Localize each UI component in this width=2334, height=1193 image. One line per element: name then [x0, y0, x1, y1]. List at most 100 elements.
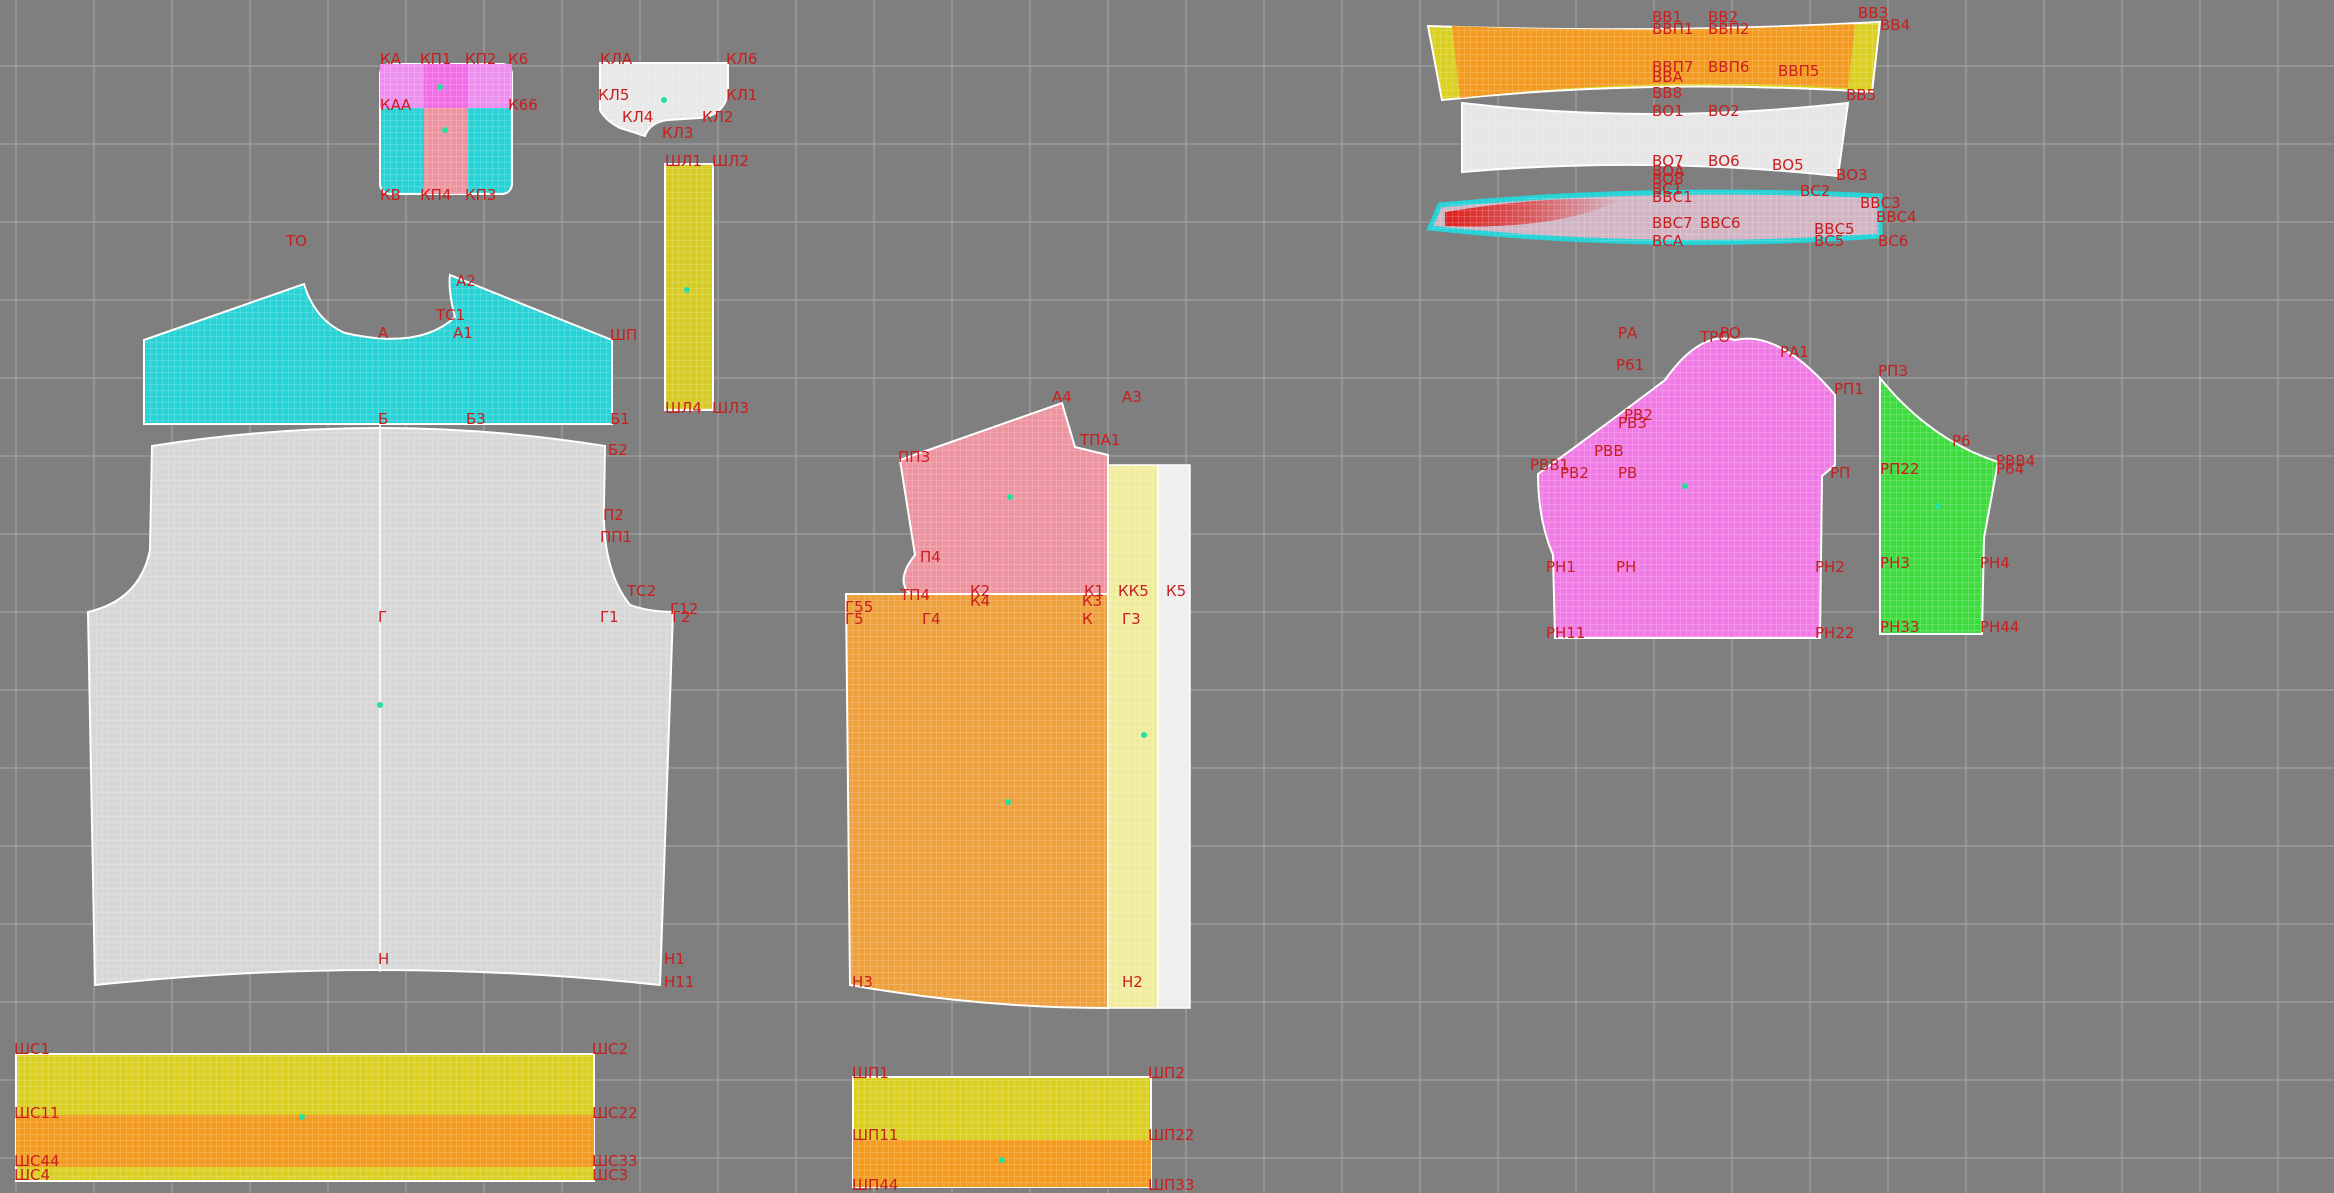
label-vo2: ВО2 [1708, 102, 1740, 120]
label-kk5: КК5 [1118, 582, 1149, 600]
label-vvc4: ВВС4 [1876, 208, 1917, 226]
label-rn: РН [1616, 558, 1636, 576]
label-vvp1: ВВП1 [1652, 20, 1693, 38]
label-k5: К5 [1166, 582, 1186, 600]
label-vvc7: ВВС7 [1652, 214, 1693, 232]
label-shc2: ШС2 [592, 1040, 628, 1058]
label-rn11: РН11 [1546, 624, 1585, 642]
label-voa: ВОА [1652, 162, 1685, 180]
label-kl5: КЛ5 [598, 86, 629, 104]
label-tp4: ТП4 [899, 586, 930, 604]
label-kv: КВ [380, 186, 401, 204]
label-tc1: ТС1 [435, 306, 465, 324]
label-rn22: РН22 [1815, 624, 1854, 642]
label-vo6: ВО6 [1708, 152, 1740, 170]
label-kl4: КЛ4 [622, 108, 653, 126]
label-vc6: ВС6 [1878, 232, 1908, 250]
label-vv4: ВВ4 [1880, 16, 1910, 34]
label-rv: РВ [1618, 464, 1637, 482]
label-a1: А1 [453, 324, 473, 342]
label-vca: ВСА [1652, 232, 1684, 250]
label-kp4: КП4 [420, 186, 451, 204]
label-b1: Б1 [610, 410, 630, 428]
label-rv3: РВ3 [1618, 414, 1647, 432]
yoke-piece[interactable] [143, 273, 613, 425]
label-rn1: РН1 [1546, 558, 1576, 576]
label-r61: Р61 [1616, 356, 1644, 374]
label-kla: КЛА [600, 50, 633, 68]
label-kl3: КЛ3 [662, 124, 693, 142]
label-pp1: ПП1 [600, 528, 632, 546]
label-vvp2: ВВП2 [1708, 20, 1749, 38]
label-k3: К3 [1082, 592, 1102, 610]
label-kp3: КП3 [465, 186, 496, 204]
label-k66: К66 [508, 96, 538, 114]
label-rp22: РП22 [1880, 460, 1919, 478]
label-vc5: ВС5 [1814, 232, 1844, 250]
label-a4: А4 [1052, 388, 1072, 406]
pattern-workspace[interactable]: КА КП1 КП2 К6 КАА К66 КВ КП4 КП3 КЛА КЛ6… [0, 0, 2334, 1193]
label-n: Н [378, 950, 389, 968]
label-vvp5: ВВП5 [1778, 62, 1819, 80]
label-ka: КА [380, 50, 402, 68]
front-piece[interactable] [844, 401, 1191, 1010]
label-tpa1: ТПА1 [1079, 431, 1120, 449]
collar-strip-piece[interactable] [664, 163, 714, 411]
label-a3: А3 [1122, 388, 1142, 406]
label-ppz: ППЗ [898, 448, 930, 466]
label-shp22: ШП22 [1148, 1126, 1194, 1144]
label-shc4: ШС4 [14, 1166, 50, 1184]
label-g5: Г5 [845, 610, 864, 628]
label-ro: РО [1720, 324, 1741, 342]
label-n2: Н2 [1122, 973, 1143, 991]
label-n11: Н11 [664, 973, 694, 991]
label-vc2: ВС2 [1800, 182, 1830, 200]
label-kl1: КЛ1 [726, 86, 757, 104]
label-kp1: КП1 [420, 50, 451, 68]
label-kaa: КАА [380, 96, 412, 114]
label-shp2: ШП2 [1148, 1064, 1185, 1082]
label-shc11: ШС11 [14, 1104, 60, 1122]
label-vv5: ВВ5 [1846, 86, 1876, 104]
label-to: ТО [285, 232, 307, 250]
label-kl6: КЛ6 [726, 50, 757, 68]
label-rn2: РН2 [1815, 558, 1845, 576]
label-ra: РА [1618, 324, 1638, 342]
label-vva: ВВА [1652, 68, 1684, 86]
label-n3: Н3 [852, 973, 873, 991]
label-vo1: ВО1 [1652, 102, 1684, 120]
label-rn33: РН33 [1880, 618, 1919, 636]
label-r6: Р6 [1952, 432, 1971, 450]
label-vv8: ВВ8 [1652, 84, 1682, 102]
label-shl2: ШЛ2 [712, 152, 749, 170]
label-g1: Г1 [600, 608, 619, 626]
label-k: К [1082, 610, 1093, 628]
label-shp1: ШП1 [852, 1064, 889, 1082]
label-shp33: ШП33 [1148, 1176, 1194, 1193]
label-vo3: ВО3 [1836, 166, 1868, 184]
label-shp11: ШП11 [852, 1126, 898, 1144]
label-vvc1: ВВС1 [1652, 188, 1693, 206]
label-b3: Б3 [466, 410, 486, 428]
label-rv2b: РВ2 [1560, 464, 1589, 482]
label-shc3: ШС3 [592, 1166, 628, 1184]
label-rn44: РН44 [1980, 618, 2019, 636]
label-g4: Г4 [922, 610, 941, 628]
label-shl4: ШЛ4 [665, 399, 702, 417]
label-p4: П4 [920, 548, 941, 566]
label-g12: Г12 [670, 600, 698, 618]
label-g3: Г3 [1122, 610, 1141, 628]
pattern-canvas[interactable]: КА КП1 КП2 К6 КАА К66 КВ КП4 КП3 КЛА КЛ6… [0, 0, 2334, 1193]
label-vvp6: ВВП6 [1708, 58, 1749, 76]
label-kl2: КЛ2 [702, 108, 733, 126]
label-rn3: РН3 [1880, 554, 1910, 572]
label-rn4: РН4 [1980, 554, 2010, 572]
label-shc1: ШС1 [14, 1040, 50, 1058]
label-r64: Р64 [1996, 460, 2024, 478]
label-tc2: ТС2 [626, 582, 656, 600]
waistband-left-piece[interactable] [15, 1053, 595, 1182]
label-shl3: ШЛ3 [712, 399, 749, 417]
label-a: А [378, 324, 389, 342]
label-shc22: ШС22 [592, 1104, 638, 1122]
label-shp44: ШП44 [852, 1176, 898, 1193]
